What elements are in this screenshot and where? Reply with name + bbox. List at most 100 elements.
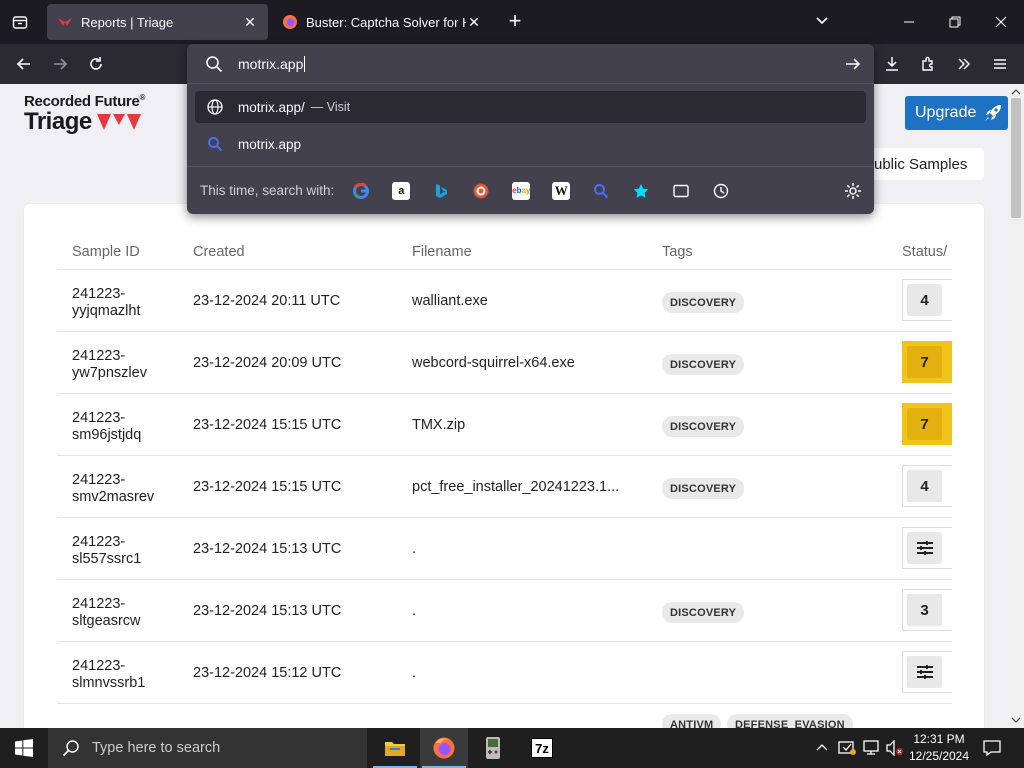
start-button[interactable] — [0, 728, 48, 768]
score-badge[interactable] — [902, 527, 952, 569]
scrollbar-thumb[interactable] — [1011, 98, 1021, 218]
header-tags[interactable]: Tags — [662, 244, 693, 260]
tag-badge[interactable]: ANTIVM — [662, 714, 722, 728]
table-row[interactable]: 241223- sl557ssrc1 23-12-2024 15:13 UTC . — [57, 518, 952, 580]
table-row[interactable]: 241223- yw7pnszlev 23-12-2024 20:09 UTC w… — [57, 332, 952, 394]
volume-muted-icon[interactable] — [884, 728, 906, 768]
chevron-down-icon — [816, 17, 828, 25]
firefox-favicon — [283, 15, 297, 29]
table-row[interactable]: 241223- smv2masrev 23-12-2024 15:15 UTC p… — [57, 456, 952, 518]
list-all-tabs-button[interactable] — [814, 12, 836, 32]
ebay-icon[interactable]: ebay — [512, 181, 530, 200]
overflow-menu-button[interactable] — [952, 52, 976, 76]
score-badge[interactable] — [902, 651, 952, 693]
score-badge[interactable]: 7 — [902, 403, 952, 445]
table-row[interactable]: ANTIVM DEFENSE_EVASION — [57, 704, 952, 728]
score-badge[interactable]: 4 — [902, 465, 952, 507]
notification-tray-icon[interactable] — [836, 728, 858, 768]
close-tab-icon[interactable]: ✕ — [466, 14, 482, 30]
brand-name: Triage — [24, 108, 92, 135]
address-bar[interactable]: motrix.app — [187, 44, 874, 84]
7zip-label: 7z — [531, 738, 553, 758]
table-row[interactable]: 241223- sm96jstjdq 23-12-2024 15:15 UTC T… — [57, 394, 952, 456]
tab-buster[interactable]: Buster: Captcha Solver for Hum ✕ — [272, 4, 492, 40]
puzzle-icon — [922, 56, 933, 71]
taskbar-search-box[interactable]: Type here to search — [48, 728, 367, 768]
tag-badge[interactable]: DISCOVERY — [662, 416, 745, 437]
table-row[interactable]: 241223- slmnvssrb1 23-12-2024 15:12 UTC . — [57, 642, 952, 704]
sample-id[interactable]: 241223- yw7pnszlev — [72, 348, 147, 382]
score-value: 4 — [907, 284, 942, 316]
tabs-icon[interactable] — [672, 182, 690, 200]
reload-button[interactable] — [84, 52, 108, 76]
sample-id[interactable]: 241223- sltgeasrcw — [72, 596, 141, 630]
bing-icon[interactable] — [432, 182, 450, 200]
score-badge[interactable]: 3 — [902, 589, 952, 631]
brand-logo[interactable]: Recorded Future® Triage — [24, 93, 145, 134]
duckduckgo-icon[interactable] — [472, 182, 490, 200]
downloads-button[interactable] — [880, 52, 904, 76]
upgrade-button[interactable]: Upgrade — [905, 96, 1008, 130]
sample-id[interactable]: 241223- slmnvssrb1 — [72, 658, 145, 692]
minimize-button[interactable] — [895, 8, 923, 36]
show-hidden-icons-button[interactable] — [812, 728, 832, 768]
table-row[interactable]: 241223- sltgeasrcw 23-12-2024 15:13 UTC .… — [57, 580, 952, 642]
go-arrow-icon[interactable] — [844, 55, 862, 73]
header-filename[interactable]: Filename — [412, 244, 472, 260]
public-samples-button[interactable]: ublic Samples — [860, 148, 984, 180]
history-icon[interactable] — [712, 182, 730, 200]
clock-date: 12/25/2024 — [908, 749, 970, 763]
table-row[interactable]: 241223- yyjqmazlht 23-12-2024 20:11 UTC w… — [57, 270, 952, 332]
hamburger-icon — [994, 59, 1006, 69]
header-created[interactable]: Created — [193, 244, 245, 260]
suggestion-search[interactable]: motrix.app — [195, 128, 866, 160]
search-icon[interactable] — [592, 182, 610, 200]
page-scrollbar[interactable] — [1008, 84, 1024, 728]
suggestion-action: — Visit — [310, 100, 351, 114]
sample-id[interactable]: 241223- sl557ssrc1 — [72, 534, 141, 568]
tag-badge[interactable]: DISCOVERY — [662, 602, 745, 623]
sample-id[interactable]: 241223- smv2masrev — [72, 472, 154, 506]
close-window-button[interactable] — [987, 8, 1015, 36]
firefox-icon[interactable] — [420, 728, 468, 768]
created-date: 23-12-2024 20:11 UTC — [193, 293, 341, 309]
created-date: 23-12-2024 15:12 UTC — [193, 665, 342, 681]
tag-badge[interactable]: DEFENSE_EVASION — [727, 714, 853, 728]
sample-id[interactable]: 241223- yyjqmazlht — [72, 286, 141, 320]
tag-badge[interactable]: DISCOVERY — [662, 354, 745, 375]
action-center-button[interactable] — [978, 728, 1006, 768]
arrow-right-icon — [54, 58, 68, 70]
filename: pct_free_installer_20241223.1... — [412, 479, 620, 495]
firefox-view-button[interactable] — [8, 10, 32, 34]
network-icon[interactable] — [860, 728, 882, 768]
7zip-icon[interactable]: 7z — [518, 728, 566, 768]
forward-button[interactable] — [48, 52, 72, 76]
score-value: 4 — [907, 470, 942, 502]
clock[interactable]: 12:31 PM 12/25/2024 — [906, 731, 972, 765]
sample-id[interactable]: 241223- sm96jstjdq — [72, 410, 141, 444]
tag-badge[interactable]: DISCOVERY — [662, 292, 745, 313]
restore-button[interactable] — [941, 8, 969, 36]
extensions-button[interactable] — [916, 52, 940, 76]
suggestion-visit[interactable]: motrix.app/ — Visit — [195, 91, 866, 123]
url-input[interactable]: motrix.app — [238, 56, 306, 72]
file-explorer-icon[interactable] — [371, 728, 419, 768]
new-tab-button[interactable]: + — [503, 10, 527, 34]
close-tab-icon[interactable]: ✕ — [242, 14, 258, 30]
created-date: 23-12-2024 15:15 UTC — [193, 479, 342, 495]
wikipedia-icon[interactable]: W — [552, 181, 571, 200]
score-badge[interactable]: 7 — [902, 341, 952, 383]
tab-reports-triage[interactable]: Reports | Triage ✕ — [47, 4, 268, 40]
google-icon[interactable] — [352, 182, 370, 200]
address-bar-popup: motrix.app motrix.app/ — Visit motrix.ap… — [187, 44, 874, 214]
header-status[interactable]: Status/ — [902, 244, 947, 260]
gameboy-emulator-icon[interactable] — [469, 728, 517, 768]
tag-badge[interactable]: DISCOVERY — [662, 478, 745, 499]
back-button[interactable] — [12, 52, 36, 76]
amazon-icon[interactable]: a — [392, 181, 411, 200]
search-settings-gear-icon[interactable] — [844, 182, 862, 200]
bookmarks-icon[interactable] — [632, 182, 650, 200]
header-sample-id[interactable]: Sample ID — [72, 244, 140, 260]
app-menu-button[interactable] — [988, 52, 1012, 76]
score-badge[interactable]: 4 — [902, 279, 952, 321]
